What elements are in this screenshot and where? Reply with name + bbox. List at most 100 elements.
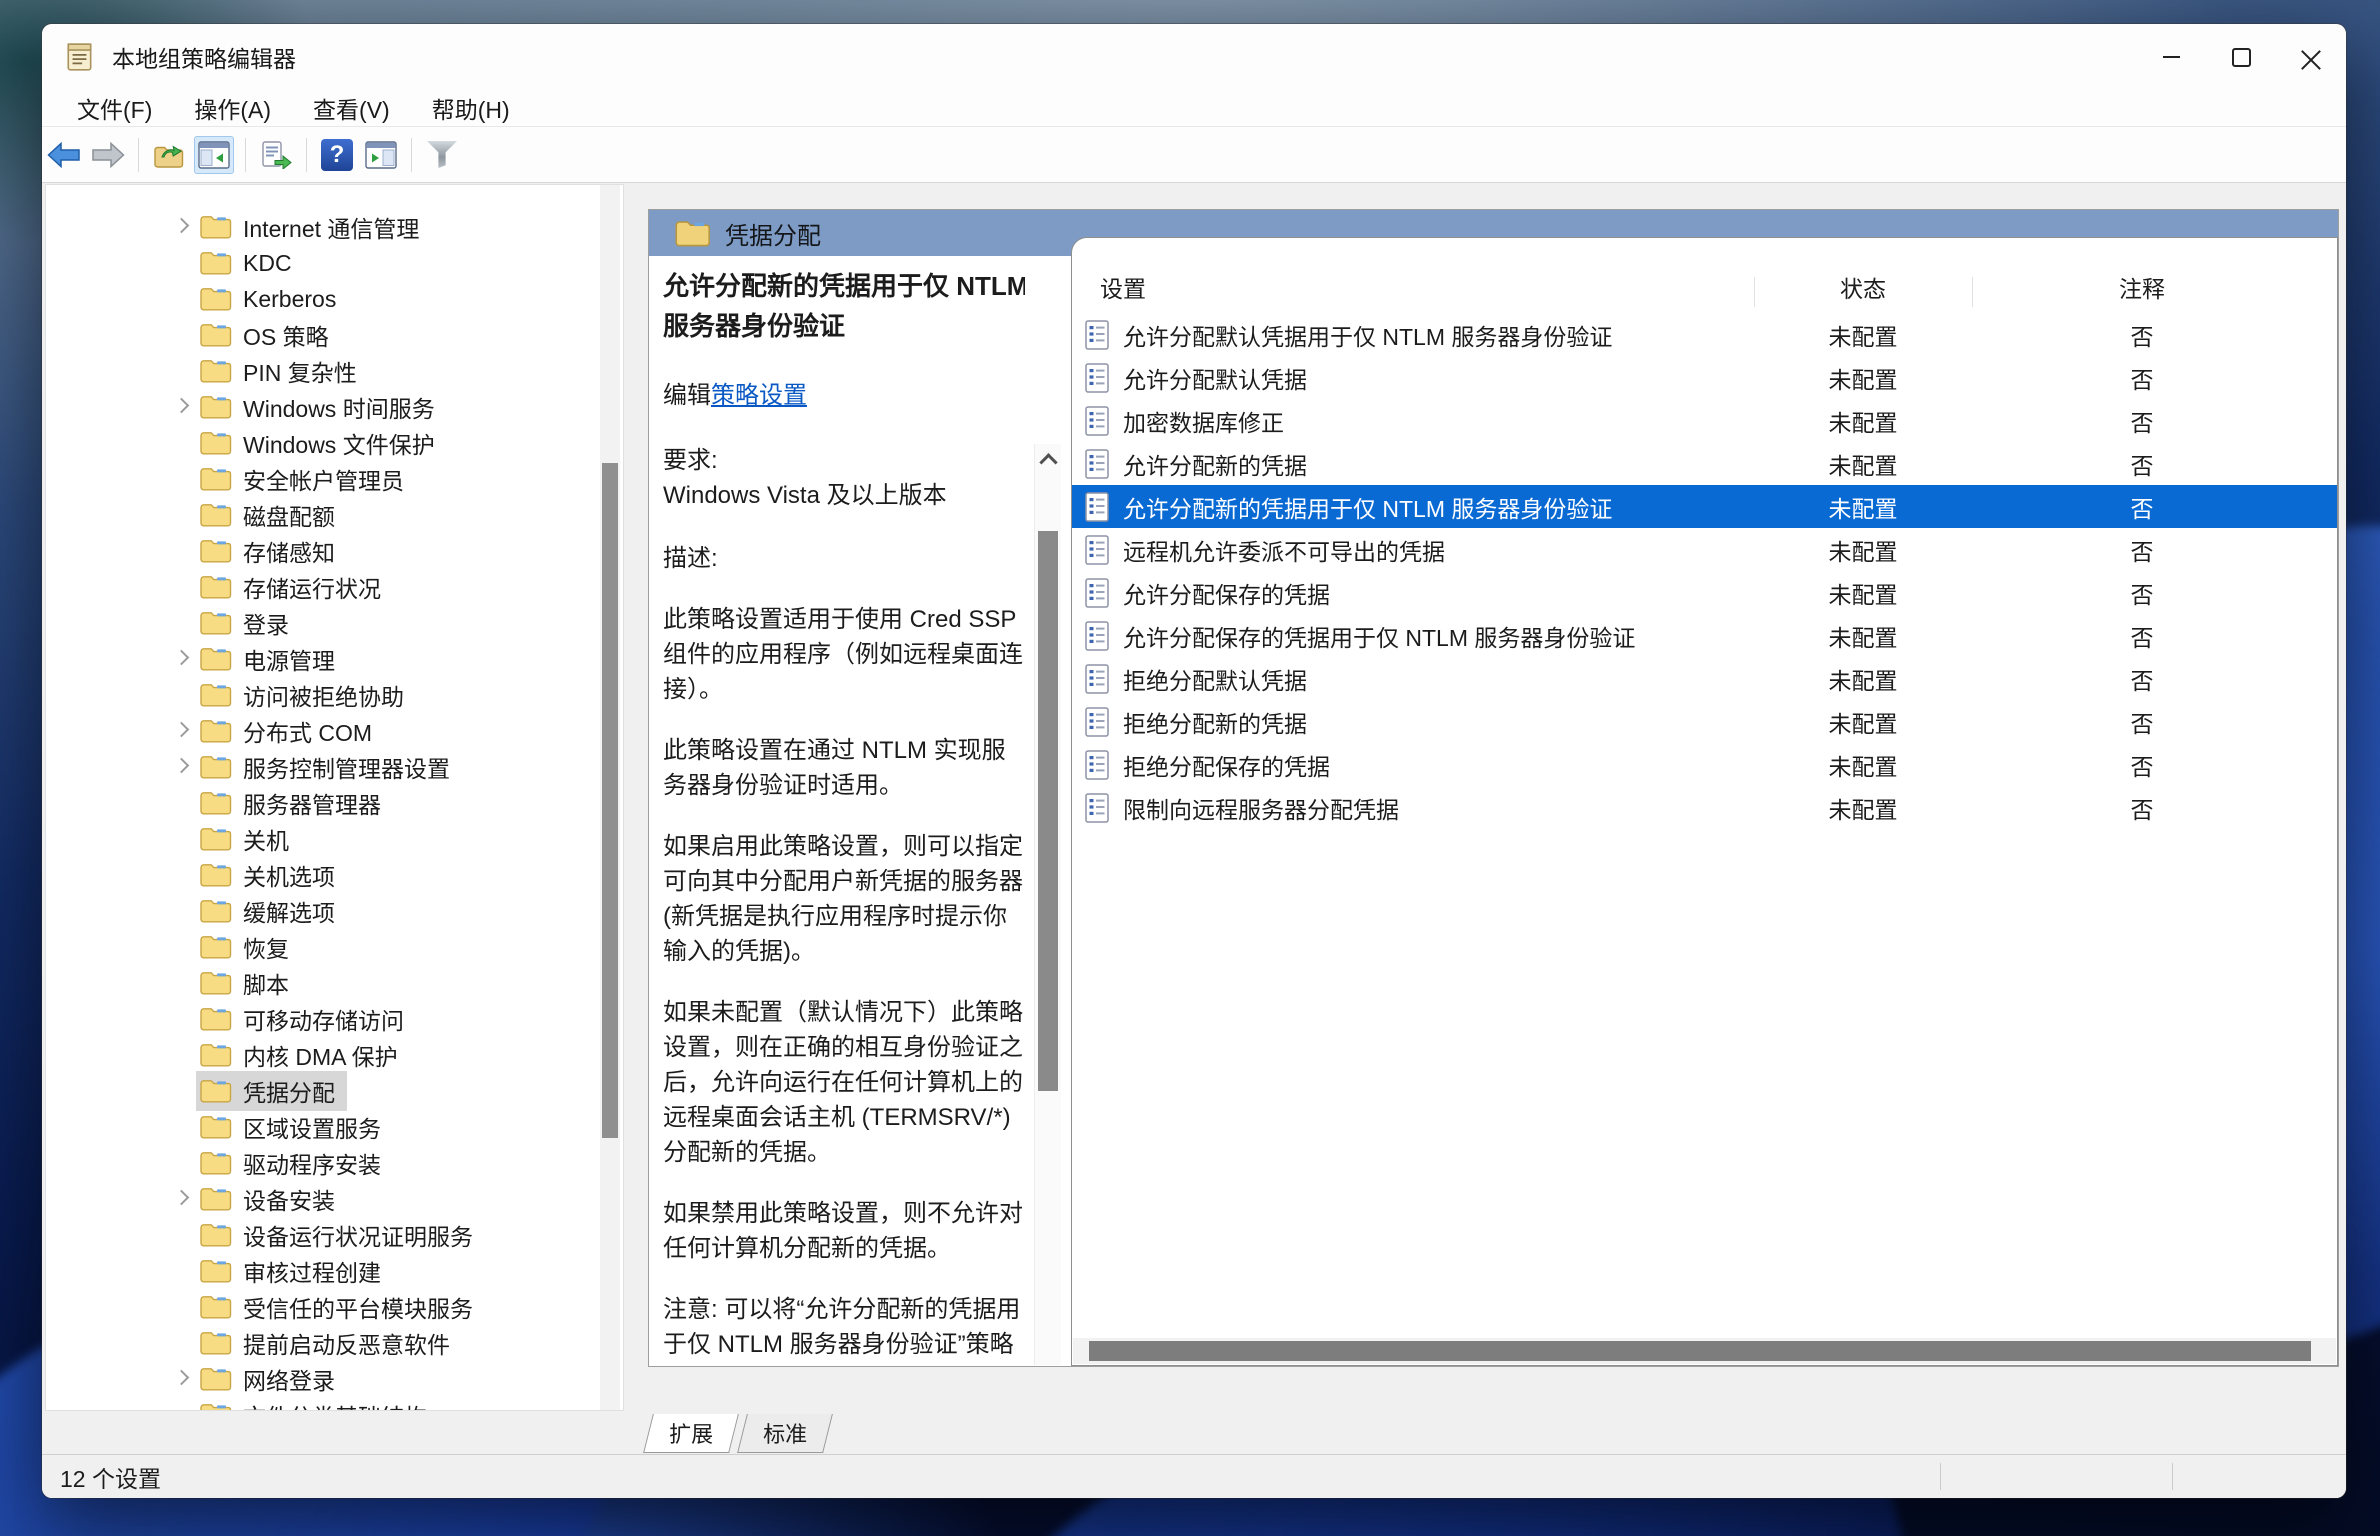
tree-node[interactable]: 电源管理 — [196, 639, 347, 679]
tree-scrollbar[interactable] — [600, 185, 620, 1410]
tree-item[interactable]: 存储运行状况 — [46, 569, 623, 605]
close-button[interactable] — [2276, 24, 2346, 90]
tree-node[interactable]: 存储感知 — [196, 531, 347, 571]
tree-item[interactable]: 访问被拒绝协助 — [46, 677, 623, 713]
tree-item[interactable]: 驱动程序安装 — [46, 1145, 623, 1181]
settings-row[interactable]: 允许分配新的凭据用于仅 NTLM 服务器身份验证 未配置 否 — [1072, 485, 2337, 528]
settings-row[interactable]: 加密数据库修正 未配置 否 — [1072, 399, 2337, 442]
tree-node[interactable]: 区域设置服务 — [196, 1107, 393, 1147]
tree-node[interactable]: 驱动程序安装 — [196, 1143, 393, 1183]
tree-node[interactable]: 访问被拒绝协助 — [196, 675, 416, 715]
tree-item[interactable]: 安全帐户管理员 — [46, 461, 623, 497]
tree-item[interactable]: 文件分类基础结构 — [46, 1397, 623, 1411]
column-divider[interactable] — [1754, 277, 1755, 307]
menu-item[interactable]: 操作(A) — [173, 91, 292, 125]
view-tab[interactable]: 扩展 — [643, 1414, 739, 1453]
tree-node[interactable]: 存储运行状况 — [196, 567, 393, 607]
tree-node[interactable]: 受信任的平台模块服务 — [196, 1287, 485, 1327]
settings-row[interactable]: 拒绝分配保存的凭据 未配置 否 — [1072, 743, 2337, 786]
up-one-level-button[interactable] — [150, 137, 188, 173]
menu-item[interactable]: 文件(F) — [56, 91, 173, 125]
tree-item[interactable]: 关机 — [46, 821, 623, 857]
tree-item[interactable]: Kerberos — [46, 281, 623, 317]
column-divider[interactable] — [1972, 277, 1973, 307]
back-button[interactable] — [45, 137, 83, 173]
settings-row[interactable]: 拒绝分配新的凭据 未配置 否 — [1072, 700, 2337, 743]
filter-button[interactable] — [423, 137, 461, 173]
tree-item[interactable]: 关机选项 — [46, 857, 623, 893]
show-action-pane-button[interactable] — [362, 137, 400, 173]
tree-item[interactable]: KDC — [46, 245, 623, 281]
tree-node[interactable]: 审核过程创建 — [196, 1251, 393, 1291]
horizontal-scrollbar[interactable] — [1073, 1338, 2336, 1364]
tree-node[interactable]: 服务器管理器 — [196, 783, 393, 823]
settings-row[interactable]: 拒绝分配默认凭据 未配置 否 — [1072, 657, 2337, 700]
settings-row[interactable]: 允许分配默认凭据 未配置 否 — [1072, 356, 2337, 399]
tree-node[interactable]: OS 策略 — [196, 315, 341, 355]
tree-item[interactable]: 分布式 COM — [46, 713, 623, 749]
description-scrollbar-thumb[interactable] — [1038, 531, 1058, 1091]
tree-node[interactable]: 登录 — [196, 603, 301, 643]
tree-item[interactable]: 服务器管理器 — [46, 785, 623, 821]
tree-node[interactable]: 分布式 COM — [196, 711, 384, 751]
tree-node[interactable]: 安全帐户管理员 — [196, 459, 416, 499]
tree-item[interactable]: 区域设置服务 — [46, 1109, 623, 1145]
settings-row[interactable]: 允许分配保存的凭据用于仅 NTLM 服务器身份验证 未配置 否 — [1072, 614, 2337, 657]
tree-item[interactable]: 脚本 — [46, 965, 623, 1001]
tree-item[interactable]: 存储感知 — [46, 533, 623, 569]
menu-item[interactable]: 帮助(H) — [411, 91, 531, 125]
tree-scrollbar-thumb[interactable] — [602, 463, 618, 1138]
tree-node[interactable]: 可移动存储访问 — [196, 999, 416, 1039]
settings-row[interactable]: 允许分配默认凭据用于仅 NTLM 服务器身份验证 未配置 否 — [1072, 313, 2337, 356]
minimize-button[interactable] — [2136, 24, 2206, 90]
tree-item[interactable]: 提前启动反恶意软件 — [46, 1325, 623, 1361]
tree-node[interactable]: 服务控制管理器设置 — [196, 747, 462, 787]
tree-node[interactable]: 文件分类基础结构 — [196, 1395, 439, 1411]
tree-node[interactable]: Windows 文件保护 — [196, 423, 447, 463]
settings-row[interactable]: 远程机允许委派不可导出的凭据 未配置 否 — [1072, 528, 2337, 571]
tree-item[interactable]: OS 策略 — [46, 317, 623, 353]
tree-item[interactable]: 登录 — [46, 605, 623, 641]
export-list-button[interactable] — [257, 137, 295, 173]
tree-node[interactable]: 网络登录 — [196, 1359, 347, 1399]
tree-item[interactable]: 缓解选项 — [46, 893, 623, 929]
tree-node[interactable]: Kerberos — [196, 283, 348, 316]
tree-item[interactable]: 设备安装 — [46, 1181, 623, 1217]
view-tab[interactable]: 标准 — [737, 1414, 833, 1453]
tree-item[interactable]: Internet 通信管理 — [46, 209, 623, 245]
menu-item[interactable]: 查看(V) — [292, 91, 411, 125]
tree-node[interactable]: Internet 通信管理 — [196, 207, 431, 247]
tree-node[interactable]: 关机 — [196, 819, 301, 859]
tree-node[interactable]: 脚本 — [196, 963, 301, 1003]
tree-node[interactable]: 磁盘配额 — [196, 495, 347, 535]
tree-item[interactable]: 设备运行状况证明服务 — [46, 1217, 623, 1253]
tree-node[interactable]: 凭据分配 — [196, 1071, 347, 1111]
help-button[interactable]: ? — [318, 137, 356, 173]
tree-node[interactable]: Windows 时间服务 — [196, 387, 447, 427]
forward-button[interactable] — [89, 137, 127, 173]
edit-policy-link[interactable]: 策略设置 — [711, 382, 807, 409]
tree-item[interactable]: 电源管理 — [46, 641, 623, 677]
tree-node[interactable]: 缓解选项 — [196, 891, 347, 931]
tree-item[interactable]: Windows 文件保护 — [46, 425, 623, 461]
tree-item[interactable]: 凭据分配 — [46, 1073, 623, 1109]
tree-node[interactable]: 内核 DMA 保护 — [196, 1035, 410, 1075]
tree-item[interactable]: PIN 复杂性 — [46, 353, 623, 389]
tree-item[interactable]: 服务控制管理器设置 — [46, 749, 623, 785]
settings-row[interactable]: 允许分配新的凭据 未配置 否 — [1072, 442, 2337, 485]
tree-node[interactable]: 恢复 — [196, 927, 301, 967]
tree-item[interactable]: Windows 时间服务 — [46, 389, 623, 425]
tree-node[interactable]: 关机选项 — [196, 855, 347, 895]
scroll-up-button[interactable] — [1035, 444, 1061, 474]
column-header-comment[interactable]: 注释 — [1972, 271, 2312, 307]
settings-row[interactable]: 允许分配保存的凭据 未配置 否 — [1072, 571, 2337, 614]
tree-node[interactable]: 提前启动反恶意软件 — [196, 1323, 462, 1363]
tree-item[interactable]: 受信任的平台模块服务 — [46, 1289, 623, 1325]
tree-item[interactable]: 可移动存储访问 — [46, 1001, 623, 1037]
tree-item[interactable]: 恢复 — [46, 929, 623, 965]
column-header-status[interactable]: 状态 — [1754, 271, 1972, 307]
tree-node[interactable]: 设备安装 — [196, 1179, 347, 1219]
tree-item[interactable]: 磁盘配额 — [46, 497, 623, 533]
tree-item[interactable]: 内核 DMA 保护 — [46, 1037, 623, 1073]
tree-node[interactable]: 设备运行状况证明服务 — [196, 1215, 485, 1255]
